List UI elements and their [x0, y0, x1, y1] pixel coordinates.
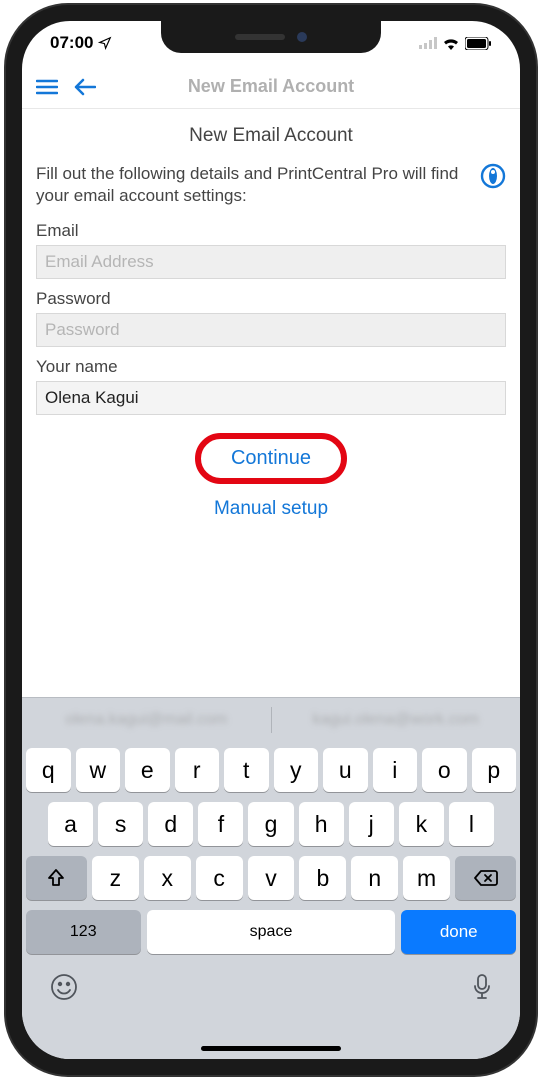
notch — [161, 21, 381, 53]
key-i[interactable]: i — [373, 748, 418, 792]
key-h[interactable]: h — [299, 802, 344, 846]
page-title: New Email Account — [36, 125, 506, 147]
home-indicator[interactable] — [201, 1046, 341, 1051]
email-input[interactable] — [36, 245, 506, 279]
key-n[interactable]: n — [351, 856, 398, 900]
phone-screen: 07:00 New Email Account New Email Accoun… — [22, 21, 520, 1059]
wifi-icon — [442, 37, 460, 50]
manual-setup-button[interactable]: Manual setup — [214, 498, 328, 520]
info-icon[interactable] — [480, 163, 506, 194]
content-area: New Email Account Fill out the following… — [22, 109, 520, 536]
nav-title: New Email Account — [22, 76, 520, 97]
back-icon[interactable] — [74, 78, 96, 96]
key-p[interactable]: p — [472, 748, 517, 792]
password-label: Password — [36, 289, 506, 309]
key-a[interactable]: a — [48, 802, 93, 846]
key-s[interactable]: s — [98, 802, 143, 846]
cellular-icon — [419, 37, 437, 49]
navigation-bar: New Email Account — [22, 65, 520, 109]
email-field-group: Email — [36, 221, 506, 279]
suggestion-1[interactable]: olena.kagui@mail.com — [22, 711, 271, 729]
key-delete[interactable] — [455, 856, 516, 900]
password-input[interactable] — [36, 313, 506, 347]
name-label: Your name — [36, 357, 506, 377]
suggestion-bar: olena.kagui@mail.com kagui.olena@work.co… — [22, 698, 520, 742]
key-f[interactable]: f — [198, 802, 243, 846]
key-c[interactable]: c — [196, 856, 243, 900]
key-m[interactable]: m — [403, 856, 450, 900]
name-input[interactable] — [36, 381, 506, 415]
emoji-icon[interactable] — [50, 973, 78, 1006]
key-shift[interactable] — [26, 856, 87, 900]
key-r[interactable]: r — [175, 748, 220, 792]
mic-icon[interactable] — [472, 973, 492, 1006]
key-x[interactable]: x — [144, 856, 191, 900]
key-y[interactable]: y — [274, 748, 319, 792]
keyboard: olena.kagui@mail.com kagui.olena@work.co… — [22, 697, 520, 1059]
key-l[interactable]: l — [449, 802, 494, 846]
email-label: Email — [36, 221, 506, 241]
key-d[interactable]: d — [148, 802, 193, 846]
key-u[interactable]: u — [323, 748, 368, 792]
key-t[interactable]: t — [224, 748, 269, 792]
key-j[interactable]: j — [349, 802, 394, 846]
key-e[interactable]: e — [125, 748, 170, 792]
continue-button[interactable]: Continue — [231, 447, 311, 470]
continue-highlight: Continue — [195, 433, 347, 484]
key-z[interactable]: z — [92, 856, 139, 900]
status-time: 07:00 — [50, 33, 93, 53]
location-icon — [98, 36, 112, 50]
key-g[interactable]: g — [248, 802, 293, 846]
page-description: Fill out the following details and Print… — [36, 163, 472, 207]
battery-icon — [465, 37, 492, 50]
menu-icon[interactable] — [36, 79, 58, 95]
key-b[interactable]: b — [299, 856, 346, 900]
key-v[interactable]: v — [248, 856, 295, 900]
key-q[interactable]: q — [26, 748, 71, 792]
key-k[interactable]: k — [399, 802, 444, 846]
key-numbers[interactable]: 123 — [26, 910, 141, 954]
key-o[interactable]: o — [422, 748, 467, 792]
password-field-group: Password — [36, 289, 506, 347]
phone-frame: 07:00 New Email Account New Email Accoun… — [6, 5, 536, 1075]
suggestion-2[interactable]: kagui.olena@work.com — [272, 711, 521, 729]
key-space[interactable]: space — [147, 910, 396, 954]
key-w[interactable]: w — [76, 748, 121, 792]
key-done[interactable]: done — [401, 910, 516, 954]
name-field-group: Your name — [36, 357, 506, 415]
